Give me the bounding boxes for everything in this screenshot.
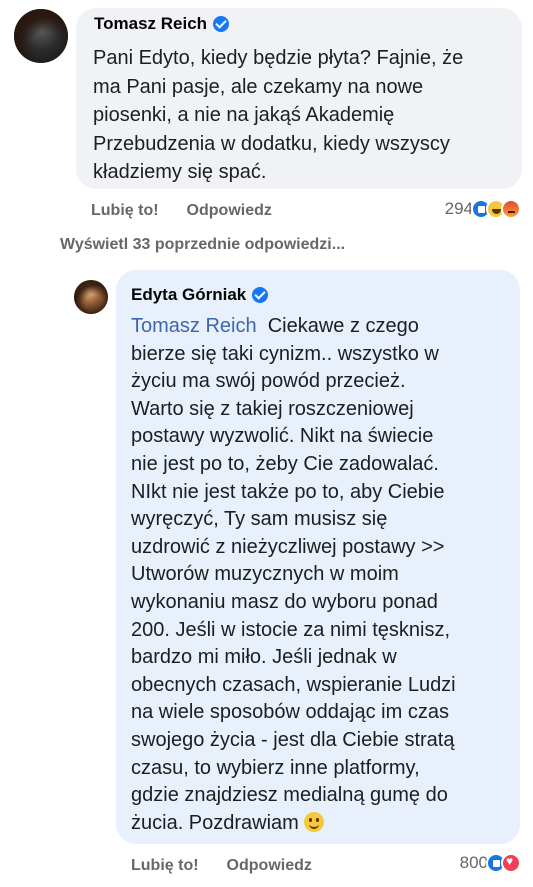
reply-text-line: bierze się taki cynizm.. wszystko w <box>131 342 439 365</box>
verified-badge-icon <box>213 16 230 32</box>
reply-text-line: swojego życia - jest dla Ciebie stratą <box>131 728 455 751</box>
verified-badge-icon <box>252 287 269 303</box>
reply-text-line: na wiele sposobów oddając im czas <box>131 701 449 724</box>
reaction-summary[interactable]: 294 <box>445 199 521 219</box>
reply-text: Tomasz Reich Ciekawe z czego bierze się … <box>131 313 516 837</box>
reply-text-line: Tomasz Reich Ciekawe z czego <box>131 313 516 341</box>
like-button[interactable]: Lubię to! <box>91 202 159 220</box>
reaction-summary[interactable]: 800 <box>460 853 521 873</box>
reply-author[interactable]: Edyta Górniak <box>131 285 269 305</box>
reply-text-fragment: żucia. Pozdrawiam <box>131 811 299 834</box>
reply-text-line: życiu ma swój powód przecież. <box>131 370 406 393</box>
reply-text-line: uzdrowić z nieżyczliwej postawy >> <box>131 535 445 558</box>
reply-text-line: czasu, to wybierz inne platformy, <box>131 756 420 779</box>
reply-text-line: wykonaniu masz do wyboru ponad <box>131 590 438 613</box>
angry-icon <box>501 199 521 219</box>
avatar[interactable] <box>14 9 68 63</box>
reply-text-line: bardzo mi miło. Jeśli jednak w <box>131 646 397 669</box>
reply-text-line: żucia. Pozdrawiam <box>131 810 516 838</box>
love-icon <box>501 853 521 873</box>
avatar[interactable] <box>74 280 108 314</box>
reply-text-line: wyręczyć, Ty sam musisz się <box>131 508 388 531</box>
like-button[interactable]: Lubię to! <box>131 857 199 875</box>
reply-button[interactable]: Odpowiedz <box>227 857 312 875</box>
reply-text-line: postawy wyzwolić. Nikt na świecie <box>131 425 434 448</box>
comment-text-line: Przebudzenia w dodatku, kiedy wszyscy <box>93 132 450 155</box>
comment-text-line: piosenki, a nie na jakąś Akademię <box>93 104 395 127</box>
reply-text-fragment: Ciekawe z czego <box>267 315 419 337</box>
reply-text-line: Warto się z takiej roszczeniowej <box>131 397 414 420</box>
reply-text-line: 200. Jeśli w istocie za nimi tęsknisz, <box>131 618 451 641</box>
comment-author[interactable]: Tomasz Reich <box>94 14 230 34</box>
reply-text-line: obecnych czasach, wspieranie Ludzi <box>131 673 456 696</box>
view-previous-replies-link[interactable]: Wyświetl 33 poprzednie odpowiedzi... <box>60 236 345 254</box>
reaction-count: 294 <box>444 199 473 218</box>
author-name[interactable]: Tomasz Reich <box>94 14 207 34</box>
reply-text-line: Utworów muzycznych w moim <box>131 563 399 586</box>
comment-text-line: ma Pani pasje, ale czekamy na nowe <box>93 75 424 98</box>
comment-text-line: kładziemy się spać. <box>93 161 267 184</box>
smile-emoji-icon <box>304 811 325 832</box>
comment-actions: Lubię to! Odpowiedz <box>91 202 272 220</box>
reply-text-line: nie jest po to, żeby Cie zadowalać. <box>131 452 439 475</box>
mention-link[interactable]: Tomasz Reich <box>131 315 257 337</box>
reaction-count: 800 <box>459 853 488 872</box>
comment-text: Pani Edyto, kiedy będzie płyta? Fajnie, … <box>93 44 518 187</box>
comment-text-line: Pani Edyto, kiedy będzie płyta? Fajnie, … <box>93 47 464 69</box>
reply-button[interactable]: Odpowiedz <box>187 202 272 220</box>
reply-text-line: NIkt nie jest także po to, aby Ciebie <box>131 480 445 503</box>
author-name[interactable]: Edyta Górniak <box>131 285 246 305</box>
reply-text-line: gdzie znajdziesz medialną gumę do <box>131 784 448 807</box>
reply-actions: Lubię to! Odpowiedz <box>131 857 312 875</box>
